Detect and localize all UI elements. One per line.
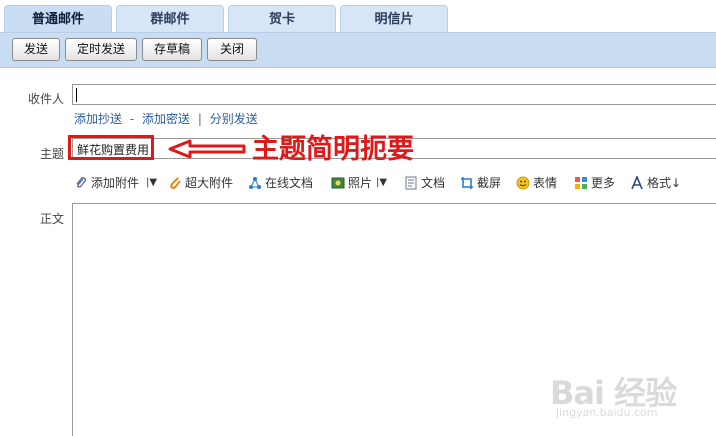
tab-bar: 普通邮件 群邮件 贺卡 明信片 bbox=[0, 0, 716, 33]
send-button[interactable]: 发送 bbox=[12, 38, 60, 61]
emoji-label: 表情 bbox=[533, 176, 558, 190]
tab-group-mail[interactable]: 群邮件 bbox=[116, 5, 224, 33]
tab-postcard[interactable]: 明信片 bbox=[340, 5, 448, 33]
close-button[interactable]: 关闭 bbox=[207, 38, 257, 61]
baidu-watermark: Bai 经验 jingyan.baidu.com bbox=[550, 368, 677, 419]
recipient-links: 添加抄送 - 添加密送 | 分别发送 bbox=[74, 110, 258, 127]
emoji-button[interactable]: 表情 bbox=[516, 172, 557, 194]
format-toggle-icon: ↓ bbox=[671, 176, 682, 190]
large-attachment-label: 超大附件 bbox=[185, 176, 234, 190]
emoji-icon bbox=[516, 176, 530, 190]
tab-greeting-card[interactable]: 贺卡 bbox=[228, 5, 336, 33]
document-button[interactable]: 文档 bbox=[404, 172, 445, 194]
annotation-text: 主题简明扼要 bbox=[252, 134, 414, 165]
document-icon bbox=[405, 176, 417, 190]
add-attachment-button[interactable]: 添加附件 bbox=[74, 172, 139, 194]
photo-label: 照片 bbox=[348, 176, 373, 190]
add-attachment-dropdown-icon[interactable]: |▼ bbox=[146, 172, 157, 194]
subject-label: 主题 bbox=[39, 147, 64, 161]
screenshot-button[interactable]: 截屏 bbox=[460, 172, 501, 194]
online-doc-label: 在线文档 bbox=[265, 176, 314, 190]
more-button[interactable]: 更多 bbox=[574, 172, 615, 194]
link-separator-bar: | bbox=[197, 112, 202, 126]
left-arrow-icon bbox=[168, 139, 246, 159]
more-icon bbox=[575, 177, 587, 189]
large-attachment-button[interactable]: 超大附件 bbox=[168, 172, 233, 194]
save-draft-button[interactable]: 存草稿 bbox=[142, 38, 202, 61]
online-doc-button[interactable]: 在线文档 bbox=[248, 172, 313, 194]
format-button[interactable]: 格式↓ bbox=[630, 172, 681, 194]
to-label: 收件人 bbox=[27, 92, 64, 106]
add-attachment-label: 添加附件 bbox=[91, 176, 140, 190]
scheduled-send-button[interactable]: 定时发送 bbox=[65, 38, 137, 61]
format-label: 格式 bbox=[647, 176, 672, 190]
add-bcc-link[interactable]: 添加密送 bbox=[142, 112, 190, 126]
subject-highlight-box bbox=[68, 135, 154, 160]
screenshot-icon bbox=[461, 177, 473, 189]
large-attachment-icon bbox=[170, 177, 181, 190]
tab-normal-mail[interactable]: 普通邮件 bbox=[4, 5, 112, 33]
format-icon bbox=[631, 176, 643, 190]
photo-dropdown-icon[interactable]: |▼ bbox=[376, 172, 387, 194]
body-label: 正文 bbox=[39, 212, 64, 226]
link-separator-dash: - bbox=[129, 112, 135, 126]
online-doc-icon bbox=[249, 177, 261, 189]
compose-toolbar: 发送 定时发送 存草稿 关闭 bbox=[0, 32, 716, 68]
to-field[interactable] bbox=[72, 84, 716, 105]
photo-icon bbox=[331, 177, 345, 189]
document-label: 文档 bbox=[421, 176, 446, 190]
watermark-url: jingyan.baidu.com bbox=[556, 406, 658, 419]
split-send-link[interactable]: 分别发送 bbox=[210, 112, 258, 126]
more-label: 更多 bbox=[591, 176, 616, 190]
screenshot-label: 截屏 bbox=[477, 176, 502, 190]
paperclip-icon bbox=[76, 177, 86, 188]
text-caret bbox=[76, 88, 77, 102]
add-cc-link[interactable]: 添加抄送 bbox=[74, 112, 122, 126]
photo-button[interactable]: 照片 bbox=[331, 172, 372, 194]
